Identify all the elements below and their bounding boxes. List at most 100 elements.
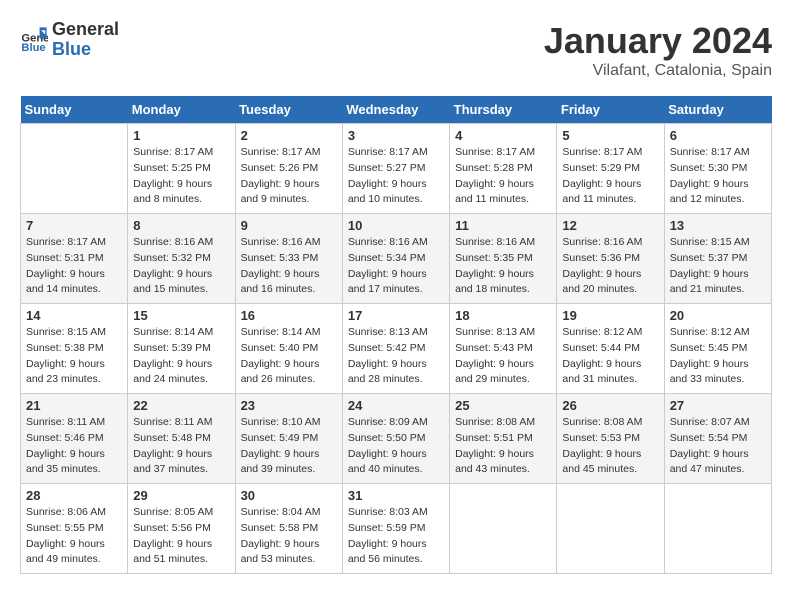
- day-header-thursday: Thursday: [450, 96, 557, 124]
- calendar-cell: 11 Sunrise: 8:16 AMSunset: 5:35 PMDayligh…: [450, 214, 557, 304]
- days-header-row: SundayMondayTuesdayWednesdayThursdayFrid…: [21, 96, 772, 124]
- day-header-friday: Friday: [557, 96, 664, 124]
- day-sun-info: Sunrise: 8:17 AMSunset: 5:31 PMDaylight:…: [26, 235, 122, 298]
- svg-text:Blue: Blue: [21, 42, 45, 54]
- day-number: 3: [348, 128, 444, 143]
- calendar-cell: 6Sunrise: 8:17 AMSunset: 5:30 PMDaylight…: [664, 124, 771, 214]
- calendar-cell: 30 Sunrise: 8:04 AMSunset: 5:58 PMDayligh…: [235, 484, 342, 574]
- day-number: 13: [670, 218, 766, 233]
- calendar-cell: 15 Sunrise: 8:14 AMSunset: 5:39 PMDayligh…: [128, 304, 235, 394]
- calendar-cell: [664, 484, 771, 574]
- calendar-week-row: 28 Sunrise: 8:06 AMSunset: 5:55 PMDayligh…: [21, 484, 772, 574]
- day-sun-info: Sunrise: 8:05 AMSunset: 5:56 PMDaylight:…: [133, 505, 229, 568]
- day-number: 28: [26, 488, 122, 503]
- day-sun-info: Sunrise: 8:17 AMSunset: 5:30 PMDaylight:…: [670, 145, 766, 208]
- day-header-wednesday: Wednesday: [342, 96, 449, 124]
- day-number: 8: [133, 218, 229, 233]
- calendar-cell: 23 Sunrise: 8:10 AMSunset: 5:49 PMDayligh…: [235, 394, 342, 484]
- calendar-cell: 21Sunrise: 8:11 AMSunset: 5:46 PMDayligh…: [21, 394, 128, 484]
- logo-icon: General Blue: [20, 26, 48, 54]
- day-sun-info: Sunrise: 8:17 AMSunset: 5:28 PMDaylight:…: [455, 145, 551, 208]
- day-sun-info: Sunrise: 8:11 AMSunset: 5:48 PMDaylight:…: [133, 415, 229, 478]
- day-number: 9: [241, 218, 337, 233]
- day-sun-info: Sunrise: 8:14 AMSunset: 5:39 PMDaylight:…: [133, 325, 229, 388]
- day-number: 21: [26, 398, 122, 413]
- calendar-cell: [21, 124, 128, 214]
- day-number: 26: [562, 398, 658, 413]
- day-header-monday: Monday: [128, 96, 235, 124]
- day-header-saturday: Saturday: [664, 96, 771, 124]
- day-number: 23: [241, 398, 337, 413]
- day-sun-info: Sunrise: 8:08 AMSunset: 5:53 PMDaylight:…: [562, 415, 658, 478]
- calendar-week-row: 14 Sunrise: 8:15 AMSunset: 5:38 PMDayligh…: [21, 304, 772, 394]
- calendar-week-row: 7 Sunrise: 8:17 AMSunset: 5:31 PMDaylight…: [21, 214, 772, 304]
- day-sun-info: Sunrise: 8:04 AMSunset: 5:58 PMDaylight:…: [241, 505, 337, 568]
- day-sun-info: Sunrise: 8:17 AMSunset: 5:29 PMDaylight:…: [562, 145, 658, 208]
- calendar-cell: 14 Sunrise: 8:15 AMSunset: 5:38 PMDayligh…: [21, 304, 128, 394]
- day-number: 31: [348, 488, 444, 503]
- day-sun-info: Sunrise: 8:06 AMSunset: 5:55 PMDaylight:…: [26, 505, 122, 568]
- logo-general-text: General: [52, 20, 119, 40]
- calendar-week-row: 1Sunrise: 8:17 AMSunset: 5:25 PMDaylight…: [21, 124, 772, 214]
- calendar-cell: 17 Sunrise: 8:13 AMSunset: 5:42 PMDayligh…: [342, 304, 449, 394]
- day-number: 10: [348, 218, 444, 233]
- day-sun-info: Sunrise: 8:12 AMSunset: 5:44 PMDaylight:…: [562, 325, 658, 388]
- calendar-cell: 22 Sunrise: 8:11 AMSunset: 5:48 PMDayligh…: [128, 394, 235, 484]
- day-sun-info: Sunrise: 8:13 AMSunset: 5:42 PMDaylight:…: [348, 325, 444, 388]
- calendar-cell: 2Sunrise: 8:17 AMSunset: 5:26 PMDaylight…: [235, 124, 342, 214]
- day-number: 4: [455, 128, 551, 143]
- calendar-cell: 4 Sunrise: 8:17 AMSunset: 5:28 PMDaylight…: [450, 124, 557, 214]
- day-sun-info: Sunrise: 8:12 AMSunset: 5:45 PMDaylight:…: [670, 325, 766, 388]
- day-sun-info: Sunrise: 8:16 AMSunset: 5:36 PMDaylight:…: [562, 235, 658, 298]
- calendar-cell: 26 Sunrise: 8:08 AMSunset: 5:53 PMDayligh…: [557, 394, 664, 484]
- day-number: 24: [348, 398, 444, 413]
- calendar-cell: 9 Sunrise: 8:16 AMSunset: 5:33 PMDaylight…: [235, 214, 342, 304]
- day-number: 14: [26, 308, 122, 323]
- logo-blue-text: Blue: [52, 40, 119, 60]
- day-sun-info: Sunrise: 8:16 AMSunset: 5:34 PMDaylight:…: [348, 235, 444, 298]
- calendar-cell: 3 Sunrise: 8:17 AMSunset: 5:27 PMDaylight…: [342, 124, 449, 214]
- day-number: 15: [133, 308, 229, 323]
- location-title: Vilafant, Catalonia, Spain: [544, 62, 772, 80]
- day-number: 7: [26, 218, 122, 233]
- calendar-cell: 13 Sunrise: 8:15 AMSunset: 5:37 PMDayligh…: [664, 214, 771, 304]
- calendar-cell: [557, 484, 664, 574]
- day-number: 16: [241, 308, 337, 323]
- day-number: 17: [348, 308, 444, 323]
- day-number: 1: [133, 128, 229, 143]
- calendar-cell: 24 Sunrise: 8:09 AMSunset: 5:50 PMDayligh…: [342, 394, 449, 484]
- calendar-cell: 10 Sunrise: 8:16 AMSunset: 5:34 PMDayligh…: [342, 214, 449, 304]
- calendar-week-row: 21Sunrise: 8:11 AMSunset: 5:46 PMDayligh…: [21, 394, 772, 484]
- calendar-cell: 25Sunrise: 8:08 AMSunset: 5:51 PMDayligh…: [450, 394, 557, 484]
- day-number: 22: [133, 398, 229, 413]
- day-sun-info: Sunrise: 8:16 AMSunset: 5:35 PMDaylight:…: [455, 235, 551, 298]
- day-number: 12: [562, 218, 658, 233]
- day-sun-info: Sunrise: 8:07 AMSunset: 5:54 PMDaylight:…: [670, 415, 766, 478]
- calendar-cell: 29Sunrise: 8:05 AMSunset: 5:56 PMDayligh…: [128, 484, 235, 574]
- day-number: 5: [562, 128, 658, 143]
- day-sun-info: Sunrise: 8:09 AMSunset: 5:50 PMDaylight:…: [348, 415, 444, 478]
- day-sun-info: Sunrise: 8:13 AMSunset: 5:43 PMDaylight:…: [455, 325, 551, 388]
- day-sun-info: Sunrise: 8:10 AMSunset: 5:49 PMDaylight:…: [241, 415, 337, 478]
- day-number: 25: [455, 398, 551, 413]
- calendar-cell: 31 Sunrise: 8:03 AMSunset: 5:59 PMDayligh…: [342, 484, 449, 574]
- day-header-sunday: Sunday: [21, 96, 128, 124]
- day-sun-info: Sunrise: 8:03 AMSunset: 5:59 PMDaylight:…: [348, 505, 444, 568]
- day-sun-info: Sunrise: 8:16 AMSunset: 5:33 PMDaylight:…: [241, 235, 337, 298]
- calendar-cell: 19Sunrise: 8:12 AMSunset: 5:44 PMDayligh…: [557, 304, 664, 394]
- calendar-cell: 18Sunrise: 8:13 AMSunset: 5:43 PMDayligh…: [450, 304, 557, 394]
- day-sun-info: Sunrise: 8:17 AMSunset: 5:27 PMDaylight:…: [348, 145, 444, 208]
- calendar-cell: 28 Sunrise: 8:06 AMSunset: 5:55 PMDayligh…: [21, 484, 128, 574]
- day-sun-info: Sunrise: 8:15 AMSunset: 5:37 PMDaylight:…: [670, 235, 766, 298]
- calendar-cell: 1Sunrise: 8:17 AMSunset: 5:25 PMDaylight…: [128, 124, 235, 214]
- day-number: 11: [455, 218, 551, 233]
- calendar-cell: 8Sunrise: 8:16 AMSunset: 5:32 PMDaylight…: [128, 214, 235, 304]
- logo: General Blue General Blue: [20, 20, 119, 60]
- day-sun-info: Sunrise: 8:17 AMSunset: 5:26 PMDaylight:…: [241, 145, 337, 208]
- day-number: 20: [670, 308, 766, 323]
- day-sun-info: Sunrise: 8:15 AMSunset: 5:38 PMDaylight:…: [26, 325, 122, 388]
- day-number: 30: [241, 488, 337, 503]
- calendar-table: SundayMondayTuesdayWednesdayThursdayFrid…: [20, 96, 772, 574]
- title-block: January 2024 Vilafant, Catalonia, Spain: [544, 20, 772, 80]
- calendar-cell: 5 Sunrise: 8:17 AMSunset: 5:29 PMDaylight…: [557, 124, 664, 214]
